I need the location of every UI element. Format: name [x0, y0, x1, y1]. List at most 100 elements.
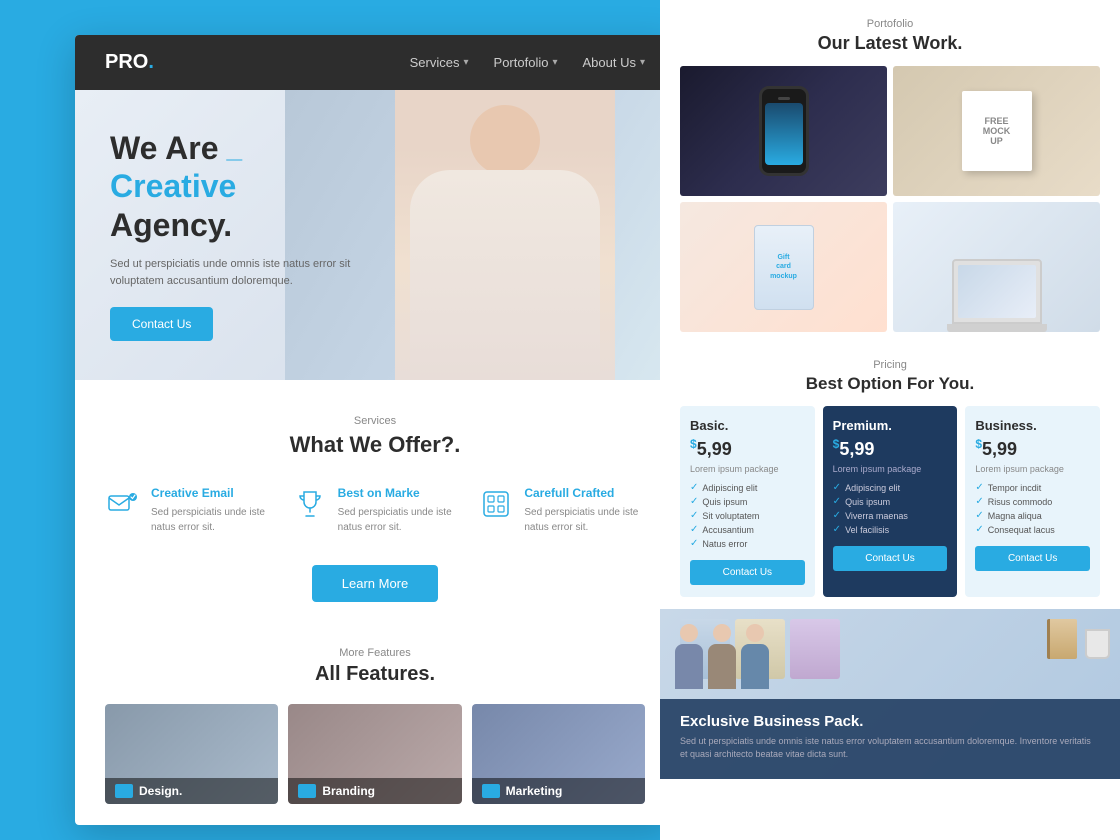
- bottom-title: Exclusive Business Pack.: [680, 713, 1100, 730]
- pricing-feature-business-1: ✓Tempor incdit: [975, 482, 1090, 493]
- pricing-btn-business[interactable]: Contact Us: [975, 546, 1090, 571]
- service-title-3: Carefull Crafted: [524, 486, 645, 500]
- pricing-card-basic: Basic. $5,99 Lorem ipsum package ✓Adipis…: [680, 406, 815, 597]
- service-content-1: Creative Email Sed perspiciatis unde ist…: [151, 486, 272, 535]
- portfolio-item-phone: [680, 66, 887, 196]
- pricing-feature-basic-5: ✓Natus error: [690, 538, 805, 549]
- pricing-btn-basic[interactable]: Contact Us: [690, 560, 805, 585]
- brand-logo: PRO.: [105, 51, 154, 74]
- body-2: [708, 644, 736, 689]
- head-3: [746, 624, 764, 642]
- chevron-down-icon: ▾: [552, 57, 557, 68]
- pricing-feature-basic-4: ✓Accusantium: [690, 524, 805, 535]
- feature-icon-2: [298, 784, 316, 798]
- feature-label-3: Marketing: [472, 778, 645, 804]
- pricing-grid: Basic. $5,99 Lorem ipsum package ✓Adipis…: [680, 406, 1100, 597]
- pricing-card-premium: Premium. $5,99 Lorem ipsum package ✓Adip…: [823, 406, 958, 597]
- body-3: [741, 644, 769, 689]
- pricing-plan-premium: Premium.: [833, 418, 948, 433]
- body-1: [675, 644, 703, 689]
- pricing-feature-business-2: ✓Risus commodo: [975, 496, 1090, 507]
- phone-mockup: [759, 86, 809, 176]
- service-desc-3: Sed perspiciatis unde iste natus error s…: [524, 505, 645, 535]
- pricing-plan-basic: Basic.: [690, 418, 805, 433]
- hero-title-line1: We Are _: [110, 129, 360, 167]
- service-item-2: Best on Marke Sed perspiciatis unde iste…: [292, 486, 459, 535]
- service-title-1: Creative Email: [151, 486, 272, 500]
- service-item-3: Carefull Crafted Sed perspiciatis unde i…: [478, 486, 645, 535]
- feature-card-2: Branding: [288, 704, 461, 804]
- head-2: [713, 624, 731, 642]
- desk-cup: [1085, 629, 1110, 659]
- feature-label-1: Design.: [105, 778, 278, 804]
- book-mockup: FREEMOCKUP: [962, 91, 1032, 171]
- pricing-price-premium: $5,99: [833, 437, 948, 460]
- service-content-2: Best on Marke Sed perspiciatis unde iste…: [338, 486, 459, 535]
- portfolio-item-laptop: [893, 202, 1100, 332]
- desk-items: [1047, 619, 1110, 659]
- laptop-base: [947, 324, 1047, 332]
- pricing-label: Pricing: [680, 359, 1100, 371]
- service-content-3: Carefull Crafted Sed perspiciatis unde i…: [524, 486, 645, 535]
- people-group: [675, 624, 769, 689]
- phone-screen: [765, 103, 803, 165]
- chevron-down-icon: ▾: [464, 57, 469, 68]
- contact-us-button[interactable]: Contact Us: [110, 307, 213, 341]
- features-title: All Features.: [105, 663, 645, 686]
- pricing-card-business: Business. $5,99 Lorem ipsum package ✓Tem…: [965, 406, 1100, 597]
- hero-title-line2: Creative Agency.: [110, 167, 360, 244]
- service-title-2: Best on Marke: [338, 486, 459, 500]
- portfolio-item-giftcard: Giftcardmockup: [680, 202, 887, 332]
- service-desc-2: Sed perspiciatis unde iste natus error s…: [338, 505, 459, 535]
- pricing-btn-premium[interactable]: Contact Us: [833, 546, 948, 571]
- nav-item-services[interactable]: Services ▾: [410, 55, 469, 70]
- right-panel: Portofolio Our Latest Work. FREEMOCKUP G…: [660, 0, 1120, 840]
- pricing-price-business: $5,99: [975, 437, 1090, 460]
- features-grid: Design. Branding Marketing: [105, 704, 645, 804]
- features-label: More Features: [105, 647, 645, 659]
- creative-email-icon: [105, 486, 141, 522]
- page-wrapper: PRO. Services ▾ Portofolio ▾ About Us ▾: [0, 0, 1120, 840]
- bottom-right-section: Exclusive Business Pack. Sed ut perspici…: [660, 609, 1120, 779]
- hero-person-image: [395, 90, 615, 380]
- feature-icon-3: [482, 784, 500, 798]
- pricing-desc-basic: Lorem ipsum package: [690, 464, 805, 474]
- pricing-feature-premium-4: ✓Vel facilisis: [833, 524, 948, 535]
- desk-book: [1047, 619, 1077, 659]
- hero-section: We Are _ Creative Agency. Sed ut perspic…: [75, 90, 675, 380]
- pricing-feature-premium-2: ✓Quis ipsum: [833, 496, 948, 507]
- chevron-down-icon: ▾: [640, 57, 645, 68]
- portfolio-grid: FREEMOCKUP Giftcardmockup: [680, 66, 1100, 332]
- learn-more-button[interactable]: Learn More: [312, 565, 438, 602]
- navbar: PRO. Services ▾ Portofolio ▾ About Us ▾: [75, 35, 675, 90]
- nav-links: Services ▾ Portofolio ▾ About Us ▾: [410, 55, 645, 70]
- person-3: [741, 624, 769, 689]
- services-title: What We Offer?.: [105, 432, 645, 458]
- hero-subtitle: Sed ut perspiciatis unde omnis iste natu…: [110, 256, 360, 289]
- pricing-title: Best Option For You.: [680, 374, 1100, 394]
- hero-title: We Are _ Creative Agency.: [110, 129, 360, 244]
- pricing-feature-basic-3: ✓Sit voluptatem: [690, 510, 805, 521]
- head-1: [680, 624, 698, 642]
- person-2: [708, 624, 736, 689]
- portfolio-section: Portofolio Our Latest Work. FREEMOCKUP G…: [660, 0, 1120, 347]
- laptop-screen: [958, 265, 1036, 318]
- pricing-desc-premium: Lorem ipsum package: [833, 464, 948, 474]
- feature-label-2: Branding: [288, 778, 461, 804]
- laptop-mockup: [952, 259, 1042, 324]
- feature-card-3: Marketing: [472, 704, 645, 804]
- brand-dot: .: [148, 51, 154, 73]
- nav-item-about[interactable]: About Us ▾: [582, 55, 645, 70]
- nav-item-portofolio[interactable]: Portofolio ▾: [494, 55, 558, 70]
- gift-card-mockup: Giftcardmockup: [754, 225, 814, 310]
- features-section: More Features All Features. Design. Bran…: [75, 627, 675, 819]
- pricing-feature-premium-3: ✓Viverra maenas: [833, 510, 948, 521]
- pricing-feature-basic-2: ✓Quis ipsum: [690, 496, 805, 507]
- craft-icon: [478, 486, 514, 522]
- service-desc-1: Sed perspiciatis unde iste natus error s…: [151, 505, 272, 535]
- feature-card-1: Design.: [105, 704, 278, 804]
- feature-icon-1: [115, 784, 133, 798]
- notebook-3: [790, 619, 840, 679]
- pricing-desc-business: Lorem ipsum package: [975, 464, 1090, 474]
- bottom-overlay: Exclusive Business Pack. Sed ut perspici…: [660, 699, 1120, 779]
